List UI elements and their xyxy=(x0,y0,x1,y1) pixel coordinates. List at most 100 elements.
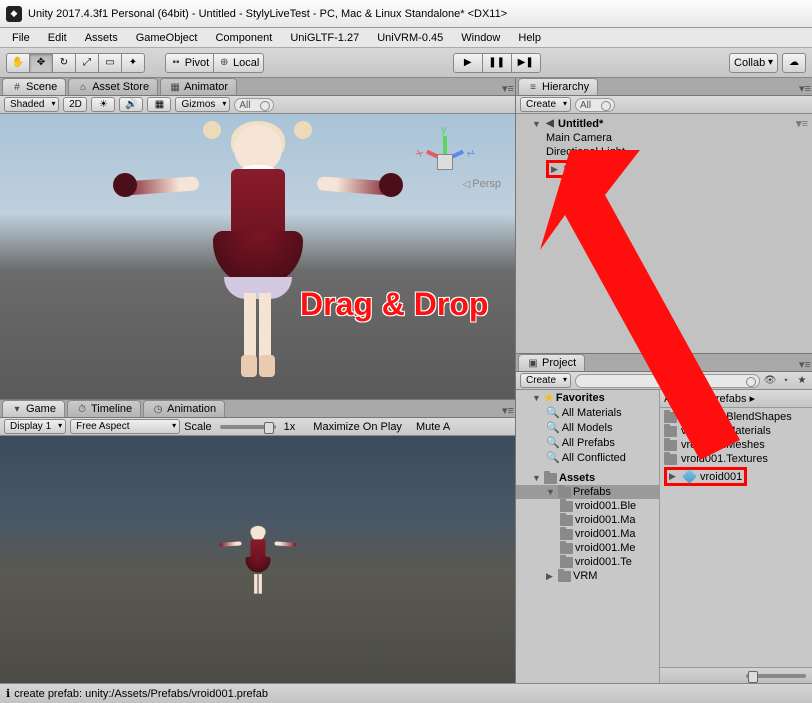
tab-scene[interactable]: #Scene xyxy=(2,78,66,95)
project-fav-materials[interactable]: 🔍All Materials xyxy=(516,405,659,420)
folder-icon xyxy=(560,501,573,512)
menu-bar: File Edit Assets GameObject Component Un… xyxy=(0,28,812,48)
asset-item-materials[interactable]: vroid001.Materials xyxy=(662,424,810,438)
expand-arrow-icon[interactable]: ▶ xyxy=(551,164,561,175)
project-favorites-header[interactable]: ▼★Favorites xyxy=(516,390,659,405)
project-folder-materials[interactable]: vroid001.Ma xyxy=(516,513,659,527)
project-folder-materials2[interactable]: vroid001.Ma xyxy=(516,527,659,541)
hierarchy-item-main-camera[interactable]: Main Camera xyxy=(516,131,812,145)
scene-light-toggle[interactable]: ☀ xyxy=(91,97,115,112)
transform-tool-button[interactable]: ✦ xyxy=(121,53,145,73)
project-asset-list[interactable]: vroid001.BlendShapes vroid001.Materials … xyxy=(660,408,812,667)
tab-game[interactable]: ▾Game xyxy=(2,400,65,417)
project-section: ▣Project ▾≡ Create 👁 ⋆ ★ ▼★Favorites 🔍Al… xyxy=(516,353,812,683)
folder-icon xyxy=(560,515,573,526)
expand-arrow-icon[interactable]: ▼ xyxy=(532,119,542,129)
project-fav-conflicted[interactable]: 🔍All Conflicted xyxy=(516,450,659,465)
hierarchy-create-dropdown[interactable]: Create xyxy=(520,97,571,112)
tab-animation[interactable]: ◷Animation xyxy=(143,400,225,417)
rotate-tool-button[interactable]: ↻ xyxy=(52,53,76,73)
menu-file[interactable]: File xyxy=(4,30,38,46)
tab-animator[interactable]: ▦Animator xyxy=(160,78,237,95)
menu-component[interactable]: Component xyxy=(207,30,280,46)
game-display-dropdown[interactable]: Display 1 xyxy=(4,419,66,434)
project-fav-prefabs[interactable]: 🔍All Prefabs xyxy=(516,435,659,450)
tab-project[interactable]: ▣Project xyxy=(518,354,585,371)
project-panel-menu[interactable]: ▾≡ xyxy=(798,358,812,371)
project-fav-models[interactable]: 🔍All Models xyxy=(516,420,659,435)
project-tabs: ▣Project ▾≡ xyxy=(516,354,812,372)
game-mute-toggle[interactable]: Mute A xyxy=(416,421,450,433)
menu-edit[interactable]: Edit xyxy=(40,30,75,46)
hierarchy-search-input[interactable]: All xyxy=(575,98,615,112)
main-toolbar: ✋ ✥ ↻ ⤢ ▭ ✦ ▪▪ Pivot ⊕ Local ▶ ❚❚ ▶❚ Col… xyxy=(0,48,812,78)
menu-window[interactable]: Window xyxy=(453,30,508,46)
asset-item-meshes[interactable]: vroid001.Meshes xyxy=(662,438,810,452)
move-tool-button[interactable]: ✥ xyxy=(29,53,53,73)
hierarchy-item-vroid001[interactable]: ▶ vroid001 xyxy=(516,159,812,179)
collab-button[interactable]: Collab ▾ xyxy=(729,53,778,73)
asset-item-textures[interactable]: vroid001.Textures xyxy=(662,452,810,466)
scene-options-icon[interactable]: ▾≡ xyxy=(796,117,808,130)
game-aspect-dropdown[interactable]: Free Aspect xyxy=(70,419,180,434)
hierarchy-item-directional-light[interactable]: Directional Light xyxy=(516,145,812,159)
expand-arrow-icon[interactable]: ▶ xyxy=(669,471,679,482)
scene-audio-toggle[interactable]: 🔊 xyxy=(119,97,143,112)
tab-asset-store[interactable]: ⌂Asset Store xyxy=(68,78,158,95)
project-folder-tree[interactable]: ▼★Favorites 🔍All Materials 🔍All Models 🔍… xyxy=(516,390,660,683)
scene-2d-toggle[interactable]: 2D xyxy=(63,97,87,112)
game-viewport[interactable] xyxy=(0,436,515,683)
play-button[interactable]: ▶ xyxy=(453,53,483,73)
scene-fx-toggle[interactable]: ▦ xyxy=(147,97,171,112)
hand-tool-button[interactable]: ✋ xyxy=(6,53,30,73)
menu-univrm[interactable]: UniVRM-0.45 xyxy=(369,30,451,46)
project-type-icon[interactable]: ⋆ xyxy=(780,375,792,387)
game-scale-slider[interactable] xyxy=(220,425,276,429)
game-maximize-toggle[interactable]: Maximize On Play xyxy=(313,421,402,433)
scene-projection-label[interactable]: ◁Persp xyxy=(463,178,501,190)
tab-hierarchy[interactable]: ≡Hierarchy xyxy=(518,78,598,95)
project-folder-textures[interactable]: vroid001.Te xyxy=(516,555,659,569)
breadcrumb-prefabs[interactable]: Prefabs xyxy=(709,393,747,405)
scene-viewport[interactable]: ◁Persp xyxy=(0,114,515,399)
rect-tool-button[interactable]: ▭ xyxy=(98,53,122,73)
menu-gameobject[interactable]: GameObject xyxy=(128,30,206,46)
breadcrumb-assets[interactable]: Assets xyxy=(664,393,697,405)
project-folder-prefabs[interactable]: ▼Prefabs xyxy=(516,485,659,499)
project-create-dropdown[interactable]: Create xyxy=(520,373,571,388)
project-save-icon[interactable]: ★ xyxy=(796,375,808,387)
hierarchy-panel-menu[interactable]: ▾≡ xyxy=(798,82,812,95)
hierarchy-scene-row[interactable]: ▼ ◀ Untitled* ▾≡ xyxy=(516,116,812,131)
local-button[interactable]: ⊕ Local xyxy=(213,53,264,73)
menu-assets[interactable]: Assets xyxy=(77,30,126,46)
project-folder-blendshapes[interactable]: vroid001.Bl​e xyxy=(516,499,659,513)
project-folder-meshes[interactable]: vroid001.Me xyxy=(516,541,659,555)
cloud-button[interactable]: ☁ xyxy=(782,53,806,73)
tab-timeline[interactable]: ⏱Timeline xyxy=(67,400,141,417)
asset-item-vroid001-prefab[interactable]: ▶ vroid001 xyxy=(662,466,810,487)
status-message: create prefab: unity:/Assets/Prefabs/vro… xyxy=(14,688,268,700)
project-zoom-slider[interactable] xyxy=(746,674,806,678)
menu-help[interactable]: Help xyxy=(510,30,549,46)
scene-search-input[interactable]: All xyxy=(234,98,274,112)
step-button[interactable]: ▶❚ xyxy=(511,53,541,73)
window-title: Unity 2017.4.3f1 Personal (64bit) - Unti… xyxy=(28,8,507,20)
search-icon: 🔍 xyxy=(546,436,560,449)
pause-button[interactable]: ❚❚ xyxy=(482,53,512,73)
menu-unigltf[interactable]: UniGLTF-1.27 xyxy=(282,30,367,46)
hierarchy-tree[interactable]: ▼ ◀ Untitled* ▾≡ Main Camera Directional… xyxy=(516,114,812,353)
scene-gizmos-dropdown[interactable]: Gizmos xyxy=(175,97,230,112)
scale-tool-button[interactable]: ⤢ xyxy=(75,53,99,73)
scene-panel-menu[interactable]: ▾≡ xyxy=(501,82,515,95)
status-bar: ℹ create prefab: unity:/Assets/Prefabs/v… xyxy=(0,683,812,703)
scene-shading-dropdown[interactable]: Shaded xyxy=(4,97,59,112)
game-tabs: ▾Game ⏱Timeline ◷Animation ▾≡ xyxy=(0,400,515,418)
project-search-input[interactable] xyxy=(575,374,760,388)
pivot-button[interactable]: ▪▪ Pivot xyxy=(165,53,214,73)
asset-item-blendshapes[interactable]: vroid001.BlendShapes xyxy=(662,410,810,424)
project-assets-header[interactable]: ▼Assets xyxy=(516,471,659,485)
project-filter-icon[interactable]: 👁 xyxy=(764,375,776,387)
project-folder-vrm[interactable]: ▶VRM xyxy=(516,569,659,583)
scene-character-model xyxy=(173,117,343,397)
game-panel-menu[interactable]: ▾≡ xyxy=(501,404,515,417)
